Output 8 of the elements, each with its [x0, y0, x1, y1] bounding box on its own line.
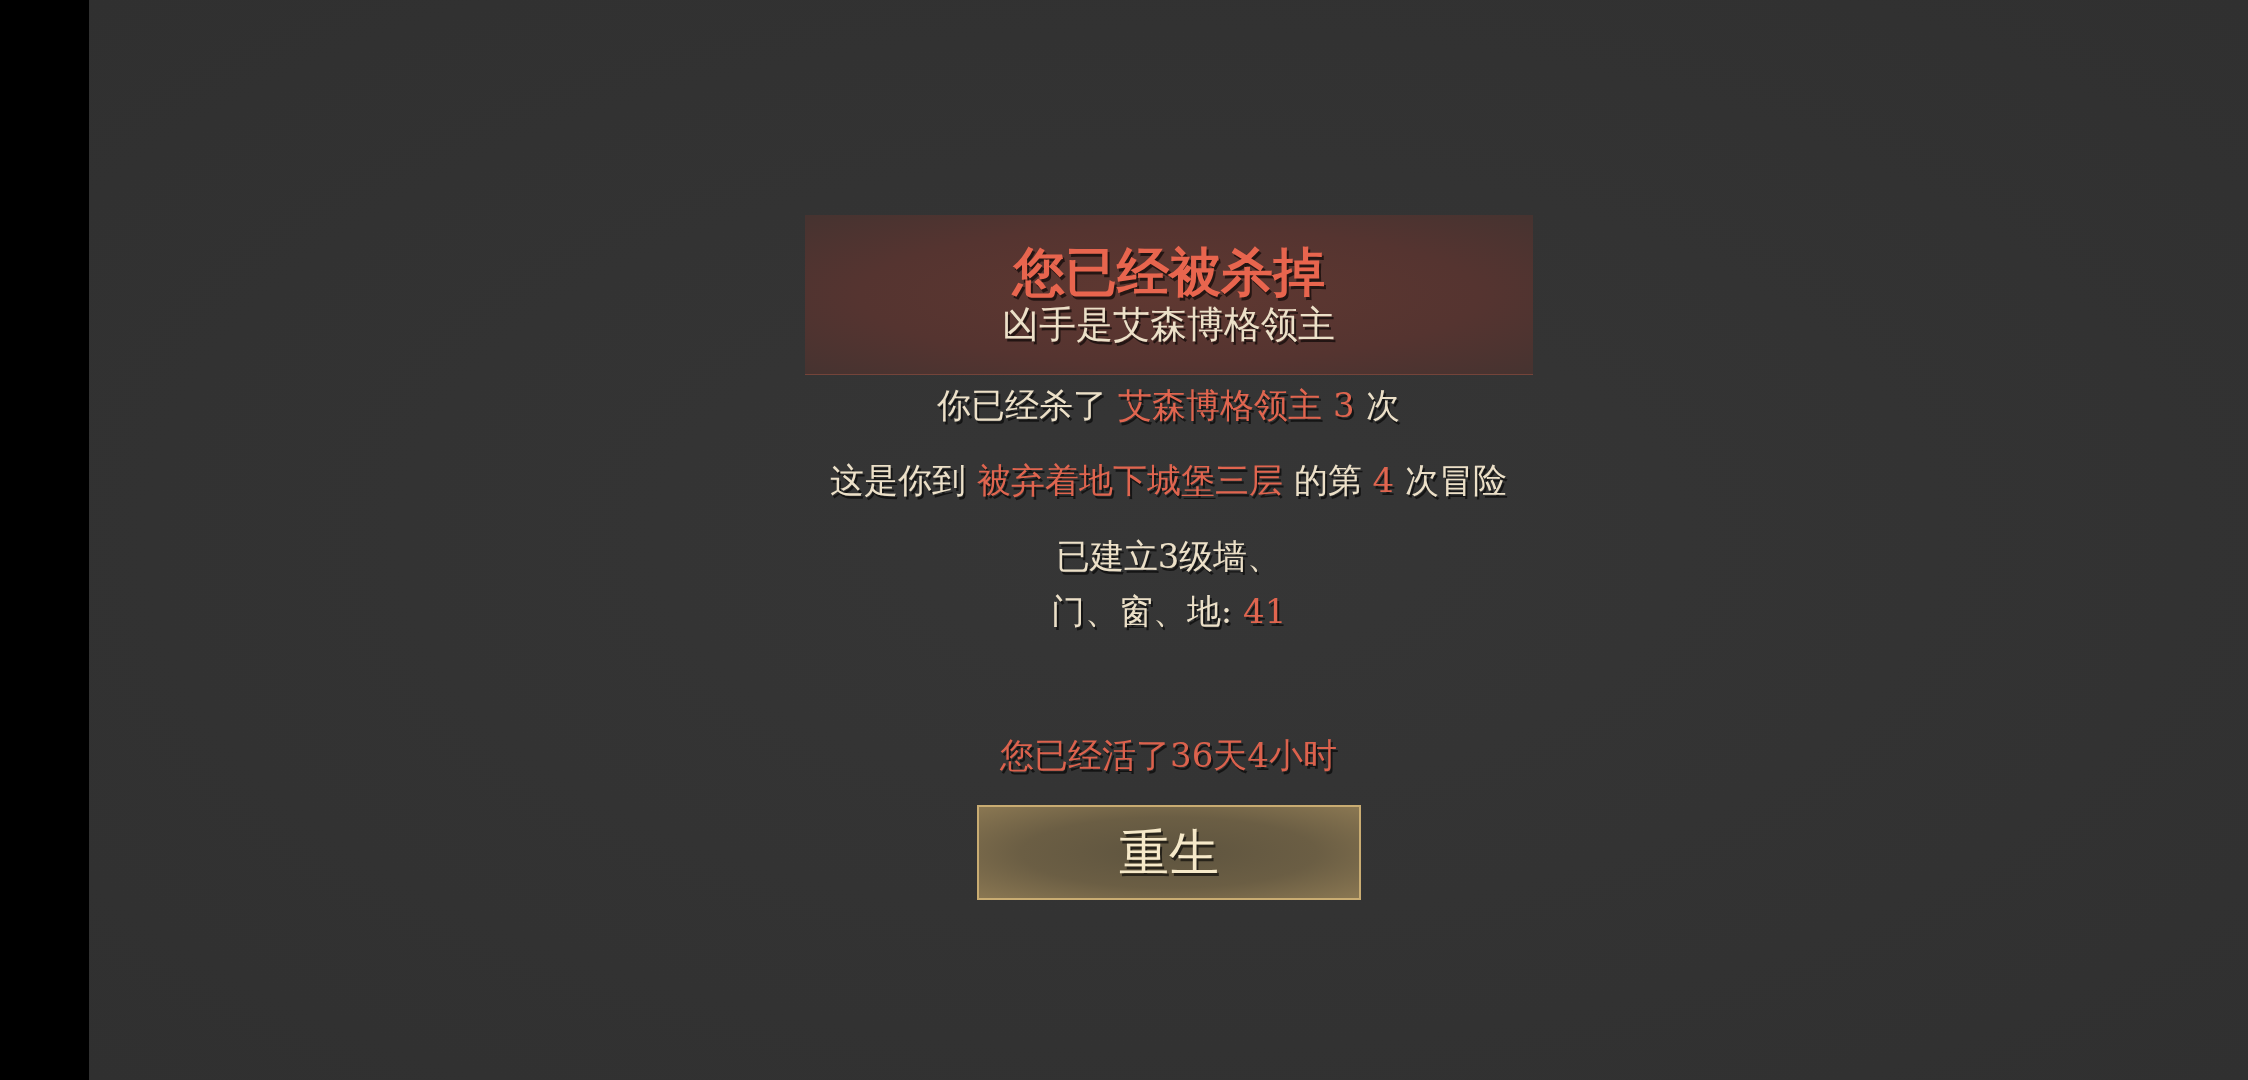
survival-time-text: 您已经活了36天4小时 [1000, 734, 1337, 777]
stat-text: 你已经杀了 艾森博格领主 3 次 [937, 384, 1400, 427]
killer-text: 凶手是艾森博格领主 [1002, 305, 1335, 345]
stat-text: 已建立3级墙、 [1055, 535, 1282, 578]
stat-text: 门、窗、地: 41 [1050, 590, 1287, 633]
stat-text: 这是你到 被弃着地下城堡三层 的第 4 次冒险 [830, 459, 1507, 502]
death-title: 您已经被杀掉 [1012, 244, 1325, 300]
respawn-button[interactable]: 重生 [976, 805, 1361, 900]
